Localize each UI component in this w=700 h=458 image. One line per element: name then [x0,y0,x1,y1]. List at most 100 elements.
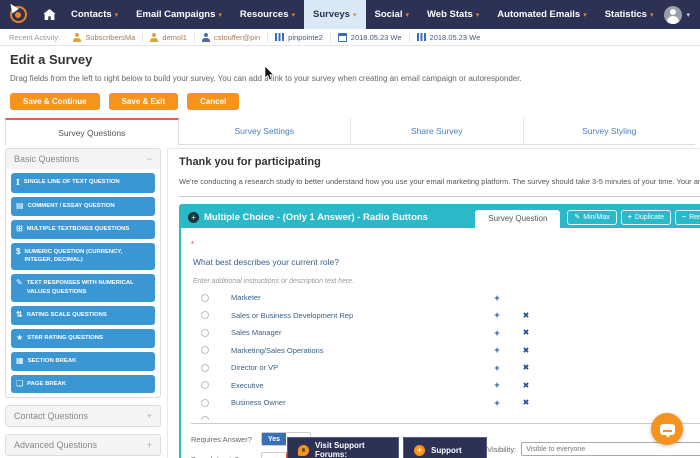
activity-icon [416,33,426,41]
radio-button-icon[interactable] [201,293,209,302]
requires-answer-label: Requires Answer? [191,434,252,444]
recent-activity-link[interactable]: 2018.05.23 We [408,32,488,42]
option-row: Sales Manager + ✖ [191,324,700,342]
drag-move-icon[interactable]: + [188,211,199,223]
nav-menu-label: Statistics [604,9,647,20]
action-button[interactable]: Save & Continue [10,93,100,110]
action-button[interactable]: Cancel [187,93,240,110]
remove-option-icon[interactable]: ✖ [511,311,541,320]
question-type-button[interactable]: MULTIPLE TEXTBOXES QUESTIONS [11,219,155,239]
survey-intro-text[interactable]: We're conducting a research study to bet… [179,177,700,186]
visit-support-forums-popup[interactable]: Visit Support Forums: [287,437,399,458]
question-text[interactable]: What best describes your current role? [193,257,339,267]
question-type-button[interactable]: STAR RATING QUESTIONS [11,328,155,348]
tab[interactable]: Survey Styling [523,118,695,145]
radio-button-icon[interactable] [201,381,209,390]
chat-icon [298,444,309,456]
add-option-icon[interactable]: + [483,363,511,373]
user-avatar[interactable] [664,5,683,24]
activity-label: 2018.05.23 We [350,32,402,42]
visibility-select[interactable]: Visible to everyone [521,442,700,456]
recent-activity-link[interactable]: SubscribersMa [66,32,142,42]
nav-menu-item[interactable]: Automated Emails ▾ [488,0,595,29]
tab[interactable]: Share Survey [351,118,524,145]
survey-question-tab[interactable]: Survey Question [475,210,561,228]
collapsed-panel-header[interactable]: Advanced Questions + [6,435,160,456]
option-label[interactable]: Business Owner [231,398,483,407]
recent-activity-link[interactable]: cstouffer@pin [193,32,267,42]
chevron-down-icon: ▾ [114,11,119,19]
option-label[interactable]: Sales Manager [231,328,483,337]
option-label[interactable]: Marketing/Sales Operations [231,346,483,355]
option-row: Sales or Business Development Rep + ✖ [191,307,700,325]
account-chevron-down-icon[interactable]: ▾ [686,11,690,19]
nav-menu-item[interactable]: Surveys ▾ [304,0,366,29]
option-row: Business Owner + ✖ [191,394,700,412]
tab-label: Survey Styling [582,126,637,136]
add-option-icon[interactable]: + [483,293,511,303]
nav-menu-item[interactable]: Web Stats ▾ [418,0,488,29]
tab[interactable]: Survey Questions [5,118,179,145]
nav-menu-item[interactable]: Contacts ▾ [62,0,127,29]
action-button[interactable]: Save & Exit [108,93,179,110]
option-label[interactable]: Marketer [231,293,483,302]
collapse-icon[interactable]: − [147,154,152,164]
recent-activity-link[interactable]: demol1 [142,32,194,42]
remove-option-icon[interactable]: ✖ [511,346,541,355]
question-type-button[interactable]: SINGLE LINE OF TEXT QUESTION [11,173,155,193]
question-type-button[interactable]: TEXT RESPONSES WITH NUMERICAL VALUES QUE… [11,274,155,302]
question-type-button[interactable]: SECTION BREAK [11,351,155,371]
collapsed-panel-header[interactable]: Contact Questions + [6,406,160,427]
support-popup[interactable]: + Support [403,437,487,458]
nav-menu-item[interactable]: Statistics ▾ [596,0,663,29]
radio-button-icon[interactable] [201,311,209,320]
basic-questions-header[interactable]: Basic Questions − [6,149,160,169]
radio-button-icon[interactable] [201,328,209,337]
home-button[interactable] [36,0,62,29]
remove-option-icon[interactable]: ✖ [511,381,541,390]
radio-button-icon[interactable] [201,346,209,355]
add-option-icon[interactable]: + [483,328,511,338]
panel-title: Advanced Questions [14,440,98,451]
tab-label: Survey Questions [58,128,126,138]
nav-menu-item[interactable]: Social ▾ [366,0,419,29]
recent-activity-link[interactable]: 2018.05.23 We [329,32,409,42]
remove-option-icon[interactable]: ✖ [511,398,541,407]
remove-option-icon[interactable]: ✖ [511,328,541,337]
add-option-icon[interactable]: + [483,310,511,320]
question-type-button[interactable]: PAGE BREAK [11,374,155,394]
question-types-sidebar: Basic Questions − SINGLE LINE OF TEXT QU… [5,148,161,458]
remove-option-icon[interactable]: ✖ [511,363,541,372]
recent-activity-link[interactable]: pinpointe2 [267,32,330,42]
option-label[interactable]: Executive [231,381,483,390]
chat-launcher-button[interactable] [651,413,683,445]
question-type-icon [16,202,24,211]
nav-menu-item[interactable]: Email Campaigns ▾ [127,0,231,29]
add-option-icon[interactable]: + [483,345,511,355]
option-label[interactable]: Sales or Business Development Rep [231,311,483,320]
expand-icon[interactable]: + [147,411,152,421]
question-action-button[interactable]: Duplicate [620,209,672,225]
survey-intro-title[interactable]: Thank you for participating [179,156,700,168]
app-logo[interactable] [0,0,36,29]
action-label: Min/Max [583,213,610,221]
question-hint[interactable]: Enter additional instructions or descrip… [193,278,700,285]
radio-button-icon[interactable] [201,363,209,372]
option-label[interactable]: Director or VP [231,363,483,372]
question-type-list: SINGLE LINE OF TEXT QUESTION COMMENT / E… [6,173,160,394]
add-option-icon[interactable]: + [483,398,511,408]
add-option-icon[interactable]: + [483,380,511,390]
nav-menu-item[interactable]: Resources ▾ [231,0,304,29]
tab[interactable]: Survey Settings [178,118,351,145]
question-type-button[interactable]: COMMENT / ESSAY QUESTION [11,196,155,216]
radio-button-icon[interactable] [201,398,209,407]
question-type-icon [16,334,23,343]
expand-icon[interactable]: + [147,440,152,450]
question-type-button[interactable]: RATING SCALE QUESTIONS [11,305,155,325]
tab-bar: Survey Questions Survey Settings Share S… [5,118,695,145]
question-type-button[interactable]: NUMERIC QUESTION (CURRENCY, INTEGER, DEC… [11,242,155,271]
question-action-button[interactable]: Remove [675,209,700,225]
option-row: Executive + ✖ [191,377,700,395]
question-action-button[interactable]: Min/Max [567,209,617,225]
activity-label: cstouffer@pin [213,32,261,42]
